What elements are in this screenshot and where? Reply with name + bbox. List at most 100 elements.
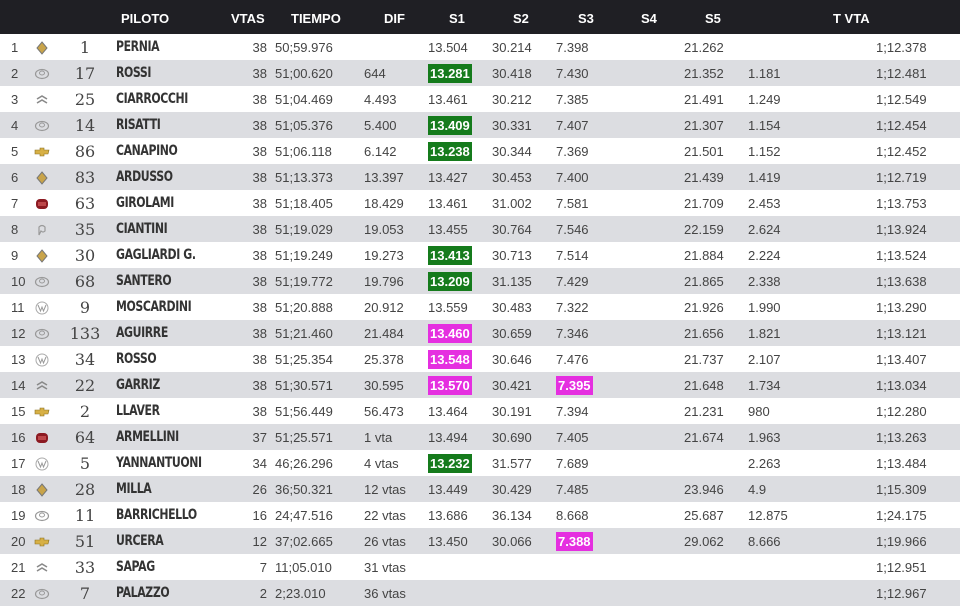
- table-row: 12 133 AGUIRRE 38 51;21.460 21.484 13.46…: [0, 320, 960, 346]
- s3-cell: 7.430: [556, 60, 620, 86]
- best-lap-cell: 1;13.407: [876, 351, 927, 367]
- s2-cell: 30.191: [492, 403, 532, 419]
- time-cell: 51;18.405: [275, 195, 333, 211]
- driver-name-cell: ARMELLINI: [116, 429, 179, 445]
- time-cell: 2;23.010: [275, 585, 326, 601]
- table-row: 20 51 URCERA 12 37;02.665 26 vtas 13.450…: [0, 528, 960, 554]
- empty-cell: [812, 294, 876, 320]
- s3-value: 7.407: [556, 117, 589, 133]
- s5-cell: 25.687: [684, 507, 724, 523]
- laps-cell: 2: [259, 585, 267, 601]
- s4-cell: [620, 554, 684, 580]
- table-row: 2 17 ROSSI 38 51;00.620 644 13.281 30.41…: [0, 60, 960, 86]
- s3-value: 7.689: [556, 455, 589, 471]
- table-row: 10 68 SANTERO 38 51;19.772 19.796 13.209…: [0, 268, 960, 294]
- s5-cell: [684, 554, 748, 580]
- gap-cell: 2.107: [748, 351, 781, 367]
- gap-cell: 1.154: [748, 117, 781, 133]
- gap-cell: 8.666: [748, 533, 781, 549]
- driver-name-cell: LLAVER: [116, 403, 160, 419]
- s3-cell: 7.388: [556, 528, 620, 554]
- s1-cell: 13.281: [428, 60, 492, 86]
- brand-logo-renault: [34, 242, 54, 268]
- s3-best-highlight: 7.395: [556, 375, 593, 395]
- gap-cell: 2.453: [748, 195, 781, 211]
- empty-cell: [812, 268, 876, 294]
- empty-cell: [812, 242, 876, 268]
- driver-name-cell: PALAZZO: [116, 585, 170, 601]
- s5-cell: 21.709: [684, 195, 724, 211]
- brand-logo-fiat: [34, 190, 54, 216]
- time-cell: 51;21.460: [275, 325, 333, 341]
- s4-cell: [620, 450, 684, 476]
- gap-cell: 2.624: [748, 221, 781, 237]
- empty-cell: [812, 138, 876, 164]
- s1-best-highlight: 13.460: [428, 323, 472, 343]
- brand-logo-fiat: [34, 424, 54, 450]
- s5-cell: 21.884: [684, 247, 724, 263]
- s1-best-highlight: 13.570: [428, 375, 472, 395]
- s4-cell: [620, 320, 684, 346]
- diff-cell: 4.493: [364, 91, 397, 107]
- col-header-s1: S1: [449, 11, 465, 26]
- s3-cell: 7.546: [556, 216, 620, 242]
- diff-cell: 5.400: [364, 117, 397, 133]
- car-number-cell: 133: [69, 323, 101, 343]
- gap-cell: 1.181: [748, 65, 781, 81]
- s1-value: 13.450: [428, 533, 468, 549]
- laps-cell: 7: [259, 559, 267, 575]
- table-row: 7 63 GIROLAMI 38 51;18.405 18.429 13.461…: [0, 190, 960, 216]
- best-lap-cell: 1;12.951: [876, 559, 927, 575]
- car-number-cell: 35: [74, 219, 96, 239]
- time-cell: 11;05.010: [275, 559, 332, 575]
- s1-cell: 13.460: [428, 320, 492, 346]
- brand-logo-toyota: [34, 60, 54, 86]
- s3-value: 7.322: [556, 299, 589, 315]
- brand-logo-citroen: [34, 86, 54, 112]
- driver-name-cell: YANNANTUONI: [116, 455, 202, 471]
- driver-name-cell: AGUIRRE: [116, 325, 168, 341]
- table-row: 19 11 BARRICHELLO 16 24;47.516 22 vtas 1…: [0, 502, 960, 528]
- s4-cell: [620, 580, 684, 606]
- s1-value: 13.559: [428, 299, 468, 315]
- s4-cell: [620, 164, 684, 190]
- laps-cell: 38: [252, 143, 267, 159]
- laps-cell: 38: [252, 325, 267, 341]
- position-cell: 20: [11, 533, 26, 549]
- s1-cell: [428, 580, 492, 606]
- gap-cell: [748, 580, 812, 606]
- s2-cell: 30.646: [492, 351, 532, 367]
- s3-value: 7.346: [556, 325, 589, 341]
- time-cell: 51;30.571: [275, 377, 333, 393]
- laps-cell: 38: [252, 117, 267, 133]
- diff-cell: 31 vtas: [364, 559, 406, 575]
- laps-cell: 38: [252, 247, 267, 263]
- s5-cell: 21.307: [684, 117, 724, 133]
- car-number-cell: 14: [74, 115, 96, 135]
- brand-logo-volkswagen: [34, 346, 54, 372]
- s4-cell: [620, 476, 684, 502]
- diff-cell: 25.378: [364, 351, 404, 367]
- gap-cell: 2.263: [748, 455, 781, 471]
- empty-cell: [812, 554, 876, 580]
- s4-cell: [620, 398, 684, 424]
- position-cell: 16: [11, 429, 26, 445]
- s1-cell: 13.686: [428, 502, 492, 528]
- col-header-s5: S5: [705, 11, 721, 26]
- s1-cell: 13.461: [428, 86, 492, 112]
- gap-cell: 12.875: [748, 507, 788, 523]
- s2-cell: 30.418: [492, 65, 532, 81]
- position-cell: 11: [11, 299, 25, 315]
- best-lap-cell: 1;13.524: [876, 247, 927, 263]
- s3-value: 7.485: [556, 481, 589, 497]
- s5-cell: 21.865: [684, 273, 724, 289]
- table-row: 14 22 GARRIZ 38 51;30.571 30.595 13.570 …: [0, 372, 960, 398]
- laps-cell: 38: [252, 221, 267, 237]
- empty-cell: [812, 320, 876, 346]
- driver-name-cell: ROSSO: [116, 351, 157, 367]
- table-row: 11 9 MOSCARDINI 38 51;20.888 20.912 13.5…: [0, 294, 960, 320]
- brand-logo-toyota: [34, 502, 54, 528]
- time-cell: 50;59.976: [275, 39, 333, 55]
- s3-value: 7.546: [556, 221, 589, 237]
- s3-value: 7.430: [556, 65, 589, 81]
